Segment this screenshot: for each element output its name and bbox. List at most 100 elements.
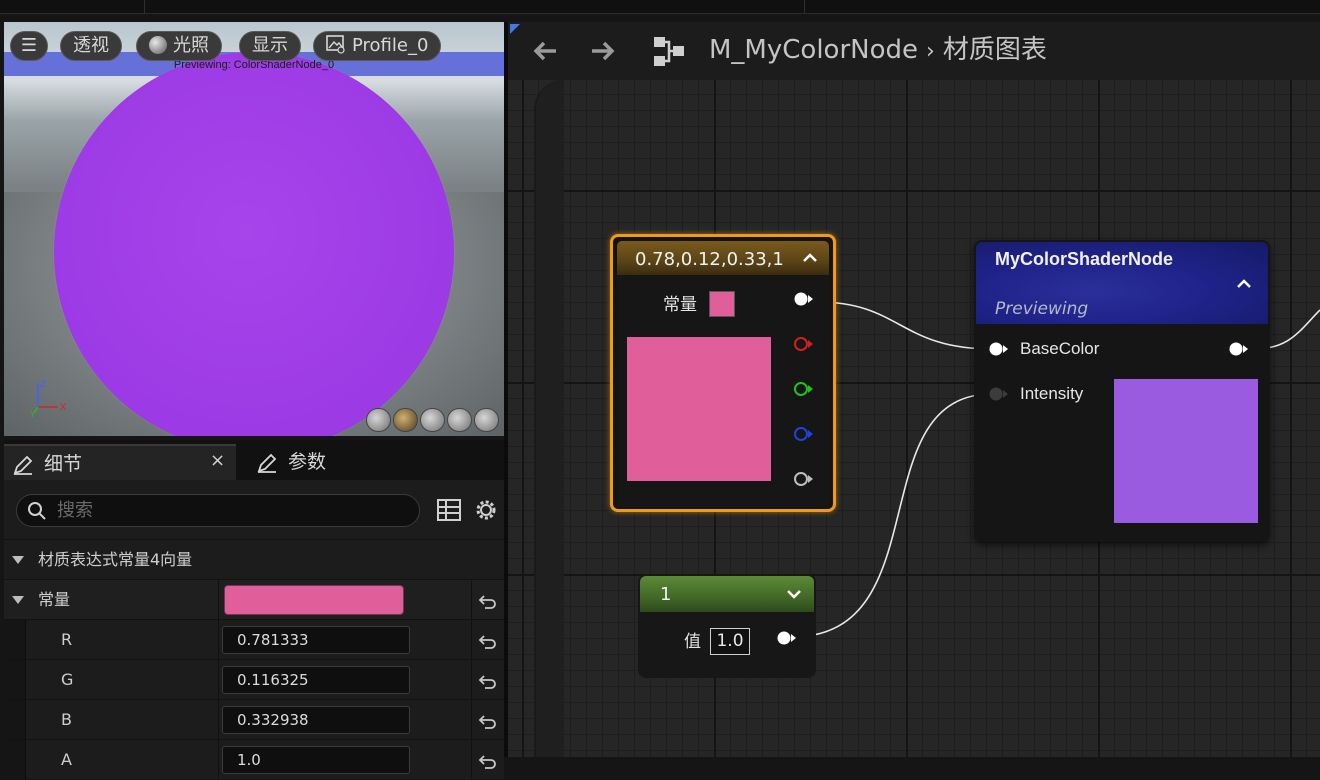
- column-divider: [218, 740, 219, 780]
- constant-label: 常量: [38, 590, 71, 609]
- viewport-menu-button[interactable]: ☰: [10, 31, 48, 61]
- tab-parameters-label: 参数: [288, 451, 327, 473]
- plane-icon[interactable]: [420, 408, 445, 432]
- output-pin-rgba-icon[interactable]: [793, 291, 815, 307]
- field-label-r: R: [61, 630, 73, 649]
- top-tab[interactable]: [145, 0, 805, 14]
- constant-color-swatch[interactable]: [224, 585, 404, 615]
- pin-label-basecolor: BaseColor: [1020, 339, 1100, 358]
- input-pin-intensity-icon[interactable]: [988, 386, 1010, 402]
- lit-sphere-icon: [149, 36, 167, 54]
- column-divider: [218, 660, 219, 700]
- output-pin-g-icon[interactable]: [793, 381, 815, 397]
- hamburger-icon: ☰: [20, 35, 38, 56]
- search-input[interactable]: 搜索: [16, 494, 420, 527]
- field-row-a: A 1.0: [4, 739, 504, 780]
- indent-guide: [4, 740, 26, 780]
- field-row-b: B 0.332938: [4, 699, 504, 740]
- color-swatch[interactable]: [709, 291, 735, 317]
- output-pin-r-icon[interactable]: [793, 336, 815, 352]
- lighting-label: 光照: [173, 35, 209, 56]
- gear-icon[interactable]: [473, 497, 499, 523]
- reset-to-default-icon[interactable]: [476, 751, 498, 769]
- constant-scalar-node[interactable]: 1 值 1.0: [638, 574, 816, 678]
- top-tab-strip: [0, 0, 1320, 14]
- perspective-label: 透视: [73, 35, 109, 56]
- chevron-down-icon[interactable]: [12, 596, 24, 604]
- field-input-b[interactable]: 0.332938: [222, 706, 410, 734]
- reset-to-default-icon[interactable]: [476, 671, 498, 689]
- axis-z-label: Z: [40, 380, 46, 390]
- constant-pin-label: 常量: [663, 295, 697, 315]
- reset-to-default-icon[interactable]: [476, 631, 498, 649]
- axis-y-label: Y: [30, 410, 35, 417]
- node-preview: [1114, 379, 1258, 523]
- back-arrow-icon[interactable]: [528, 34, 562, 68]
- details-tabbar: 细节 × 参数: [4, 440, 504, 480]
- field-input-a[interactable]: 1.0: [222, 746, 410, 774]
- profile-label: Profile_0: [352, 35, 429, 56]
- tab-details-label: 细节: [44, 453, 83, 475]
- chevron-up-icon[interactable]: [799, 247, 821, 269]
- details-panel: 细节 × 参数 搜索 材质表达式常量4向量 常量 R 0.781333 G 0.…: [4, 440, 504, 780]
- field-label-g: G: [61, 670, 74, 689]
- axis-x-label: X: [60, 403, 66, 413]
- reset-to-default-icon[interactable]: [476, 591, 498, 609]
- preview-viewport[interactable]: Previewing: ColorShaderNode_0 ☰ 透视 光照 显示…: [4, 22, 504, 436]
- column-divider: [471, 740, 472, 780]
- node-header[interactable]: 1: [640, 576, 814, 612]
- corner-marker: [510, 24, 520, 34]
- graph-header: M_MyColorNode › 材质图表: [508, 22, 1320, 80]
- chevron-up-icon[interactable]: [1234, 274, 1254, 292]
- show-button[interactable]: 显示: [239, 31, 301, 61]
- pencil-icon: [257, 453, 277, 473]
- perspective-button[interactable]: 透视: [60, 31, 122, 61]
- pin-label-intensity: Intensity: [1020, 384, 1084, 403]
- output-pin-a-icon[interactable]: [793, 471, 815, 487]
- reset-to-default-icon[interactable]: [476, 711, 498, 729]
- close-icon[interactable]: ×: [210, 450, 225, 471]
- cube-icon[interactable]: [447, 408, 472, 432]
- constant-row: 常量: [4, 579, 504, 620]
- profile-button[interactable]: Profile_0: [313, 31, 442, 61]
- output-pin-b-icon[interactable]: [793, 426, 815, 442]
- tab-parameters[interactable]: 参数: [248, 444, 388, 480]
- material-graph-icon: [654, 37, 684, 66]
- indent-guide: [4, 700, 26, 740]
- breadcrumb-asset[interactable]: M_MyColorNode: [709, 35, 918, 65]
- node-header[interactable]: 0.78,0.12,0.33,1: [617, 241, 829, 275]
- node-title: MyColorShaderNode: [995, 249, 1174, 269]
- value-input[interactable]: 1.0: [710, 628, 750, 655]
- forward-arrow-icon[interactable]: [586, 34, 620, 68]
- custom-shader-node[interactable]: MyColorShaderNode Previewing BaseColor I…: [974, 240, 1270, 542]
- field-label-b: B: [61, 710, 72, 729]
- table-view-icon[interactable]: [436, 498, 462, 522]
- show-label: 显示: [252, 35, 288, 56]
- node-header[interactable]: MyColorShaderNode Previewing: [976, 242, 1268, 324]
- field-input-g[interactable]: 0.116325: [222, 666, 410, 694]
- section-header[interactable]: 材质表达式常量4向量: [4, 539, 504, 579]
- column-divider: [218, 700, 219, 740]
- column-divider: [471, 580, 472, 620]
- constant4vector-node[interactable]: 0.78,0.12,0.33,1 常量: [610, 234, 836, 512]
- breadcrumb-graph[interactable]: 材质图表: [943, 35, 1047, 65]
- lighting-button[interactable]: 光照: [136, 31, 222, 61]
- indent-guide: [4, 660, 26, 700]
- output-pin-icon[interactable]: [1228, 341, 1250, 357]
- top-tab[interactable]: [0, 0, 145, 14]
- comment-box-edge: [534, 80, 564, 757]
- column-divider: [471, 700, 472, 740]
- node-body: 常量: [617, 275, 829, 507]
- field-input-r[interactable]: 0.781333: [222, 626, 410, 654]
- cylinder-icon[interactable]: [366, 408, 391, 432]
- chevron-down-icon[interactable]: [784, 585, 804, 603]
- tab-details[interactable]: 细节: [4, 444, 236, 480]
- search-placeholder: 搜索: [57, 500, 93, 521]
- sphere-icon[interactable]: [393, 408, 418, 432]
- field-label-a: A: [61, 750, 72, 769]
- input-pin-basecolor-icon[interactable]: [988, 341, 1010, 357]
- custom-mesh-icon[interactable]: [474, 408, 499, 432]
- search-icon: [28, 502, 46, 520]
- column-divider: [218, 580, 219, 620]
- output-pin-icon[interactable]: [776, 630, 798, 646]
